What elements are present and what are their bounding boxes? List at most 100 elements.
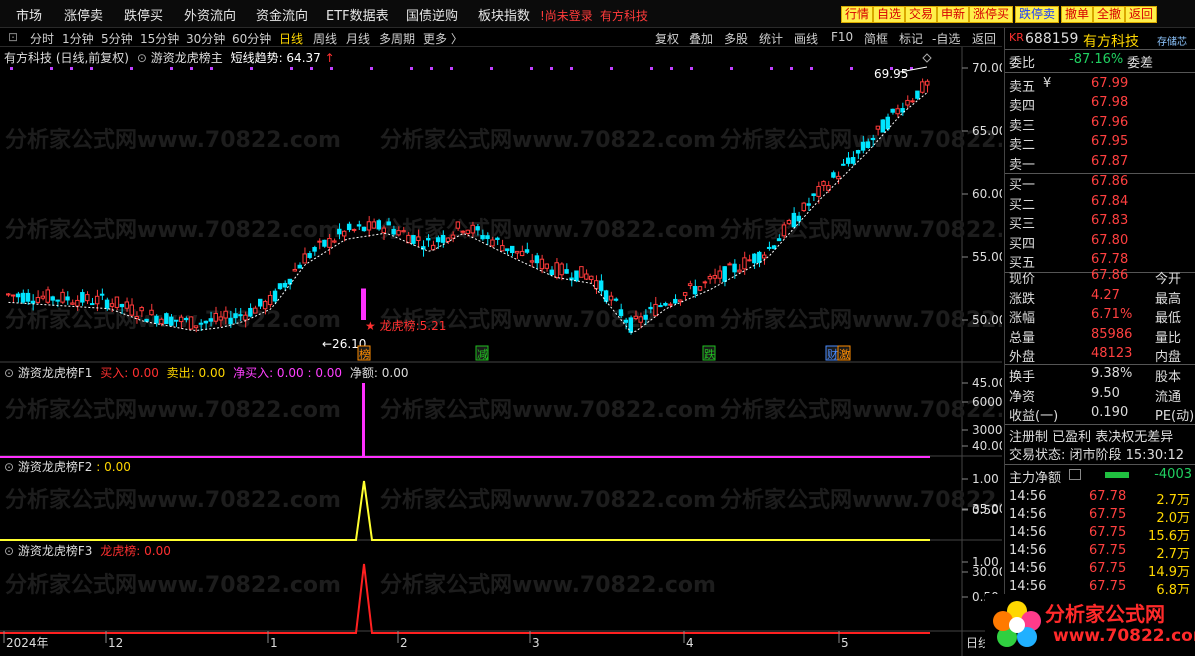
quick-button-2[interactable]: 交易 <box>905 6 938 23</box>
stat2-value: 9.50 <box>1091 385 1120 401</box>
quick-button-7[interactable]: 全撤 <box>1093 6 1126 23</box>
candle-body <box>564 269 569 274</box>
candle-body <box>505 248 510 252</box>
tool-button-6[interactable]: 简框 <box>864 30 888 47</box>
menu-reverse-repo[interactable]: 国债逆购 <box>406 5 458 24</box>
f2-name[interactable]: 游资龙虎榜F2 <box>18 460 93 474</box>
collapse-icon[interactable]: ⊙ <box>137 51 147 65</box>
period-tab-5[interactable]: 60分钟 <box>232 30 271 47</box>
tool-button-0[interactable]: 复权 <box>655 30 679 47</box>
menu-limit-up-sell[interactable]: 涨停卖 <box>64 5 103 24</box>
sell-level-row: 卖五 67.99 ¥ <box>1009 76 1194 96</box>
menu-foreign-flow[interactable]: 外资流向 <box>184 5 236 24</box>
period-tab-6[interactable]: 日线 <box>279 30 303 47</box>
period-tab-7[interactable]: 周线 <box>313 30 337 47</box>
period-tab-8[interactable]: 月线 <box>346 30 370 47</box>
period-tab-0[interactable]: 分时 <box>30 30 54 47</box>
candle-body <box>361 226 367 232</box>
candle-body <box>307 253 312 258</box>
candle-body <box>475 226 480 231</box>
tool-button-7[interactable]: 标记 <box>899 30 923 47</box>
period-tab-3[interactable]: 15分钟 <box>140 30 179 47</box>
candle-body <box>920 81 925 93</box>
menu-sector-index[interactable]: 板块指数 <box>478 5 530 24</box>
candle-body <box>697 286 703 291</box>
buy-level-value: 67.84 <box>1091 193 1129 209</box>
period-tab-4[interactable]: 30分钟 <box>186 30 225 47</box>
collapse-icon[interactable]: ⊙ <box>4 366 14 380</box>
candle-body <box>836 175 841 180</box>
quick-button-1[interactable]: 自选 <box>873 6 906 23</box>
logo-url: www.70822.com <box>1053 626 1195 646</box>
event-marker-label: 跌 <box>704 347 715 361</box>
stock-sector[interactable]: 存储芯 <box>1157 33 1187 48</box>
menu-limit-down-buy[interactable]: 跌停买 <box>124 5 163 24</box>
layout-icon[interactable]: ⊡ <box>8 30 18 44</box>
event-marker-label: 财 <box>827 347 838 361</box>
menu-etf-data[interactable]: ETF数据表 <box>326 5 389 24</box>
candle-body <box>687 283 693 286</box>
quick-button-8[interactable]: 返回 <box>1125 6 1158 23</box>
tool-button-3[interactable]: 统计 <box>759 30 783 47</box>
buy-level-value: 67.83 <box>1091 213 1129 229</box>
sell-level-row: 卖四 67.98 <box>1009 95 1194 115</box>
stat2-row: 收益(一) 0.190 PE(动) <box>1009 405 1194 425</box>
period-tab-10[interactable]: 更多 〉 <box>423 30 463 47</box>
candle-body <box>470 224 475 234</box>
buy-level-value: 67.78 <box>1091 252 1129 268</box>
candle-body <box>850 157 856 164</box>
period-tab-9[interactable]: 多周期 <box>379 30 415 47</box>
signal-dot <box>810 67 813 70</box>
candle-body <box>391 228 396 235</box>
f3-name[interactable]: 游资龙虎榜F3 <box>18 544 93 558</box>
quick-button-3[interactable]: 申新 <box>937 6 970 23</box>
quick-button-5[interactable]: 跌停卖 <box>1015 6 1060 23</box>
tool-button-8[interactable]: -自选 <box>932 30 960 47</box>
login-status[interactable]: !尚未登录 <box>540 7 593 24</box>
tool-button-1[interactable]: 叠加 <box>689 30 713 47</box>
collapse-icon[interactable]: ⊙ <box>4 460 14 474</box>
candle-body <box>258 298 263 307</box>
candle-body <box>806 203 811 206</box>
candle-body <box>554 262 559 278</box>
tool-button-5[interactable]: F10 <box>831 30 853 44</box>
quick-button-6[interactable]: 撤单 <box>1061 6 1094 23</box>
list-icon[interactable] <box>1069 469 1081 480</box>
quick-button-4[interactable]: 涨停买 <box>969 6 1014 23</box>
tool-button-2[interactable]: 多股 <box>724 30 748 47</box>
candle-body <box>376 220 382 230</box>
candle-body <box>75 299 80 307</box>
collapse-icon[interactable]: ⊙ <box>4 544 14 558</box>
menu-capital-flow[interactable]: 资金流向 <box>256 5 308 24</box>
price-tick-label: 40.00 <box>972 439 1002 453</box>
candle-body <box>203 320 209 324</box>
period-tab-2[interactable]: 5分钟 <box>101 30 133 47</box>
candle-body <box>292 268 298 272</box>
quick-button-0[interactable]: 行情 <box>841 6 874 23</box>
indicator-name[interactable]: 游资龙虎榜主 <box>151 51 223 65</box>
f1-name[interactable]: 游资龙虎榜F1 <box>18 366 93 380</box>
flower-logo-icon <box>993 601 1041 647</box>
candle-body <box>228 317 233 325</box>
candle-body <box>776 238 782 242</box>
candle-body <box>366 221 372 231</box>
buy-level-value: 67.80 <box>1091 232 1129 248</box>
stat2-extra: 流通 <box>1155 389 1182 405</box>
kline-chart-svg[interactable]: 分析家公式网www.70822.com 分析家公式网www.70822.com 分析… <box>0 47 1002 656</box>
tool-button-9[interactable]: 返回 <box>972 30 996 47</box>
tool-button-4[interactable]: 画线 <box>794 30 818 47</box>
stat-value: 85986 <box>1091 326 1133 342</box>
signal-dot <box>370 67 373 70</box>
candle-body <box>589 275 594 281</box>
main-flow-label: 主力净额 <box>1009 471 1062 486</box>
menu-market[interactable]: 市场 <box>16 5 42 24</box>
candle-body <box>544 263 550 269</box>
period-tab-1[interactable]: 1分钟 <box>62 30 94 47</box>
tick-price: 67.75 <box>1089 507 1127 522</box>
signal-dot <box>490 67 493 70</box>
signal-dot <box>70 67 73 70</box>
candle-body <box>757 251 762 263</box>
chart-area[interactable]: 分析家公式网www.70822.com 分析家公式网www.70822.com 分析… <box>0 47 1002 656</box>
candle-body <box>109 303 115 307</box>
top-stock-name: 有方科技 <box>600 9 649 23</box>
